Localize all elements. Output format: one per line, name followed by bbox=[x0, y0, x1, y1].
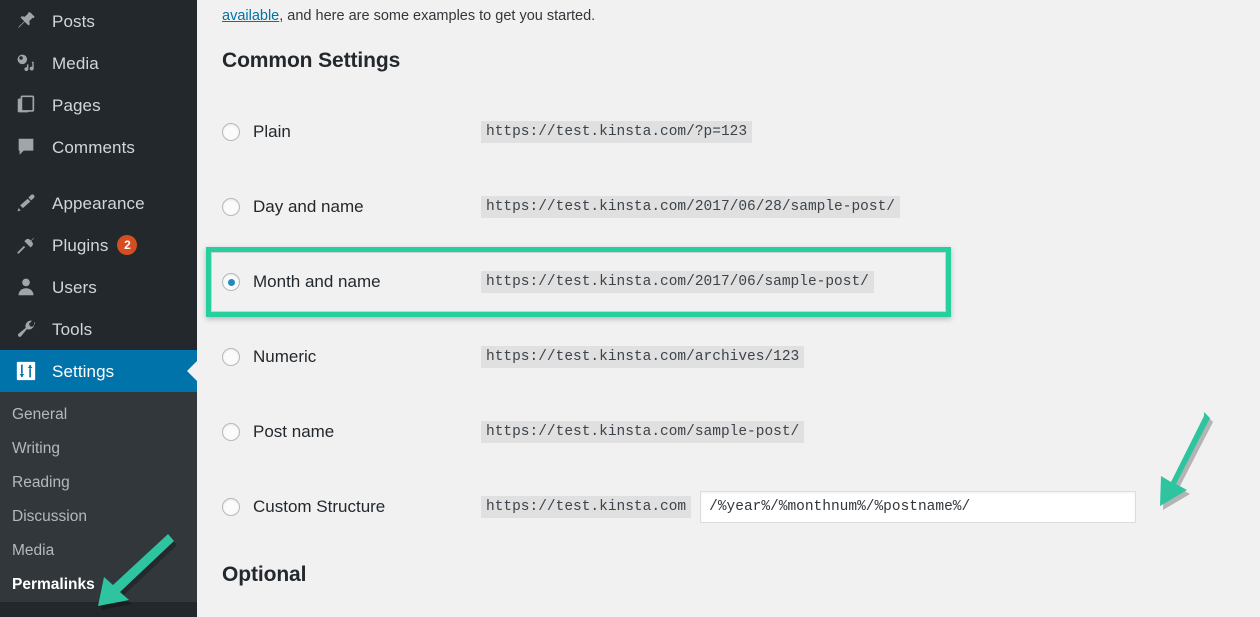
permalink-option-numeric[interactable]: Numeric https://test.kinsta.com/archives… bbox=[222, 342, 1222, 372]
radio-plain[interactable] bbox=[222, 123, 240, 141]
plugins-update-badge: 2 bbox=[117, 235, 137, 255]
sidebar-item-label: Appearance bbox=[52, 195, 145, 212]
wrench-icon bbox=[12, 316, 40, 342]
plug-icon bbox=[12, 232, 40, 258]
sidebar-item-label: Tools bbox=[52, 321, 92, 338]
admin-sidebar: Posts Media Pages Comments Appeara bbox=[0, 0, 197, 617]
option-label: Month and name bbox=[253, 272, 481, 292]
common-settings-heading: Common Settings bbox=[222, 49, 400, 73]
pushpin-icon bbox=[12, 8, 40, 34]
permalink-option-month-and-name[interactable]: Month and name https://test.kinsta.com/2… bbox=[222, 267, 1222, 297]
media-icon bbox=[12, 50, 40, 76]
sidebar-item-appearance[interactable]: Appearance bbox=[0, 182, 197, 224]
sidebar-item-label: Posts bbox=[52, 13, 95, 30]
permalink-option-day-and-name[interactable]: Day and name https://test.kinsta.com/201… bbox=[222, 192, 1222, 222]
pages-icon bbox=[12, 92, 40, 118]
option-url-prefix: https://test.kinsta.com bbox=[481, 496, 691, 518]
comment-icon bbox=[12, 134, 40, 160]
custom-structure-input[interactable] bbox=[700, 491, 1136, 523]
intro-text: , and here are some examples to get you … bbox=[279, 8, 595, 24]
radio-day-and-name[interactable] bbox=[222, 198, 240, 216]
sidebar-subitem-media[interactable]: Media bbox=[0, 534, 197, 568]
permalink-settings-content: available, and here are some examples to… bbox=[197, 0, 1260, 617]
user-icon bbox=[12, 274, 40, 300]
radio-month-and-name[interactable] bbox=[222, 273, 240, 291]
available-link[interactable]: available bbox=[222, 8, 279, 24]
sidebar-item-comments[interactable]: Comments bbox=[0, 126, 197, 168]
settings-submenu: General Writing Reading Discussion Media… bbox=[0, 392, 197, 602]
option-label: Day and name bbox=[253, 197, 481, 217]
permalink-option-post-name[interactable]: Post name https://test.kinsta.com/sample… bbox=[222, 417, 1222, 447]
sidebar-item-label: Settings bbox=[52, 363, 114, 380]
sidebar-item-label: Plugins bbox=[52, 237, 108, 254]
sidebar-subitem-general[interactable]: General bbox=[0, 398, 197, 432]
option-label: Numeric bbox=[253, 347, 481, 367]
sidebar-item-tools[interactable]: Tools bbox=[0, 308, 197, 350]
option-label: Plain bbox=[253, 122, 481, 142]
option-url-example: https://test.kinsta.com/2017/06/28/sampl… bbox=[481, 196, 900, 218]
sidebar-subitem-writing[interactable]: Writing bbox=[0, 432, 197, 466]
radio-custom-structure[interactable] bbox=[222, 498, 240, 516]
active-menu-pointer bbox=[187, 360, 197, 382]
sidebar-subitem-reading[interactable]: Reading bbox=[0, 466, 197, 500]
option-url-example: https://test.kinsta.com/sample-post/ bbox=[481, 421, 804, 443]
optional-heading: Optional bbox=[222, 563, 306, 587]
sidebar-subitem-discussion[interactable]: Discussion bbox=[0, 500, 197, 534]
permalink-option-plain[interactable]: Plain https://test.kinsta.com/?p=123 bbox=[222, 117, 1222, 147]
sidebar-item-settings[interactable]: Settings bbox=[0, 350, 197, 392]
sidebar-item-label: Media bbox=[52, 55, 99, 72]
paintbrush-icon bbox=[12, 190, 40, 216]
option-label: Post name bbox=[253, 422, 481, 442]
sidebar-item-pages[interactable]: Pages bbox=[0, 84, 197, 126]
sidebar-item-media[interactable]: Media bbox=[0, 42, 197, 84]
sidebar-item-label: Users bbox=[52, 279, 97, 296]
wordpress-admin-screen: Posts Media Pages Comments Appeara bbox=[0, 0, 1260, 617]
radio-numeric[interactable] bbox=[222, 348, 240, 366]
radio-post-name[interactable] bbox=[222, 423, 240, 441]
settings-icon bbox=[12, 358, 40, 384]
sidebar-separator bbox=[0, 168, 197, 182]
option-url-example: https://test.kinsta.com/?p=123 bbox=[481, 121, 752, 143]
sidebar-item-label: Pages bbox=[52, 97, 101, 114]
sidebar-item-plugins[interactable]: Plugins 2 bbox=[0, 224, 197, 266]
sidebar-item-label: Comments bbox=[52, 139, 135, 156]
intro-paragraph: available, and here are some examples to… bbox=[222, 5, 595, 27]
permalink-option-custom-structure[interactable]: Custom Structure https://test.kinsta.com bbox=[222, 492, 1222, 522]
sidebar-item-posts[interactable]: Posts bbox=[0, 0, 197, 42]
sidebar-subitem-permalinks[interactable]: Permalinks bbox=[0, 568, 197, 602]
sidebar-item-users[interactable]: Users bbox=[0, 266, 197, 308]
option-url-example: https://test.kinsta.com/2017/06/sample-p… bbox=[481, 271, 874, 293]
option-label: Custom Structure bbox=[253, 497, 481, 517]
option-url-example: https://test.kinsta.com/archives/123 bbox=[481, 346, 804, 368]
